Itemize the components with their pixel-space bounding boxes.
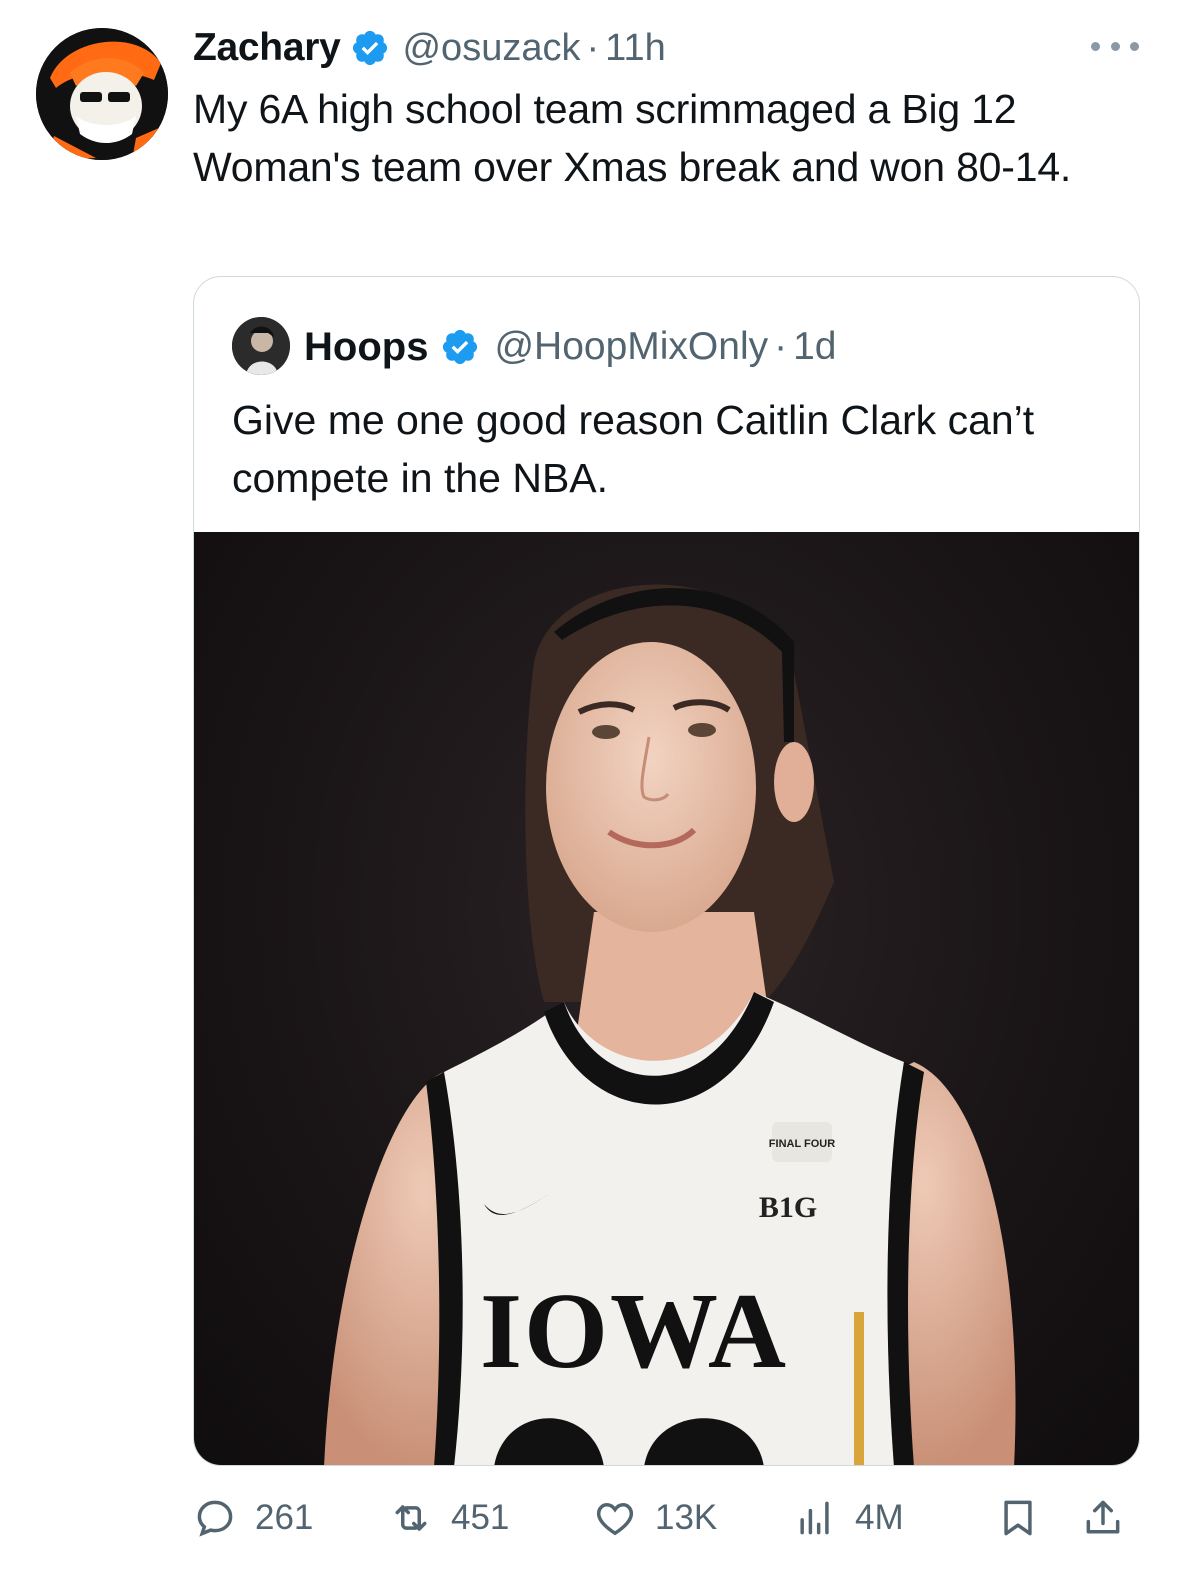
quoted-author-handle[interactable]: @HoopMixOnly [494,325,768,369]
quoted-tweet-text: Give me one good reason Caitlin Clark ca… [232,397,1046,501]
repost-icon [395,1505,427,1531]
tweet-header: Zachary @osuzack · 11h [193,22,666,74]
quoted-author-name[interactable]: Hoops [304,325,428,370]
b1g-logo: B1G [759,1191,817,1224]
separator-dot: · [774,325,788,368]
more-dots-icon[interactable] [1091,36,1139,56]
quoted-tweet-card[interactable]: Hoops @HoopMixOnly · 1d Give me one good… [193,276,1140,1466]
heart-icon [596,1503,634,1536]
like-button[interactable]: 13K [593,1490,717,1546]
tweet-action-bar: 261 451 13K 4M [193,1490,1140,1546]
reply-icon [197,1500,233,1537]
jersey-text: IOWA [480,1272,788,1391]
author-avatar[interactable] [36,28,168,160]
repost-button[interactable]: 451 [389,1490,509,1546]
share-icon [1086,1500,1120,1534]
reply-count: 261 [255,1498,314,1537]
quoted-author-avatar[interactable] [232,317,290,375]
quoted-avatar-image [232,317,290,375]
views-count: 4M [855,1498,904,1537]
quoted-tweet-header: Hoops @HoopMixOnly · 1d [304,319,837,375]
final-four-patch-text: FINAL FOUR [769,1138,835,1150]
author-handle[interactable]: @osuzack [402,27,580,70]
quoted-tweet-photo[interactable]: FINAL FOUR B1G IOWA [194,532,1139,1465]
share-button[interactable] [1081,1490,1143,1546]
quoted-tweet-time[interactable]: 1d [793,325,836,369]
bookmark-icon [1004,1500,1032,1536]
separator-dot: · [586,26,600,69]
like-count: 13K [655,1498,718,1537]
author-name[interactable]: Zachary [193,26,341,70]
reply-button[interactable]: 261 [193,1490,313,1546]
tweet-text: My 6A high school team scrimmaged a Big … [193,86,1072,190]
bookmark-button[interactable] [996,1490,1058,1546]
views-chart-icon [800,1501,829,1535]
verified-badge-icon [353,30,388,66]
views-button[interactable]: 4M [793,1490,904,1546]
repost-count: 451 [451,1498,510,1537]
verified-badge-icon [443,329,478,365]
osu-logo-icon [36,28,168,160]
tweet-time[interactable]: 11h [605,27,666,70]
player-photo-illustration: FINAL FOUR B1G IOWA [324,584,1016,1465]
